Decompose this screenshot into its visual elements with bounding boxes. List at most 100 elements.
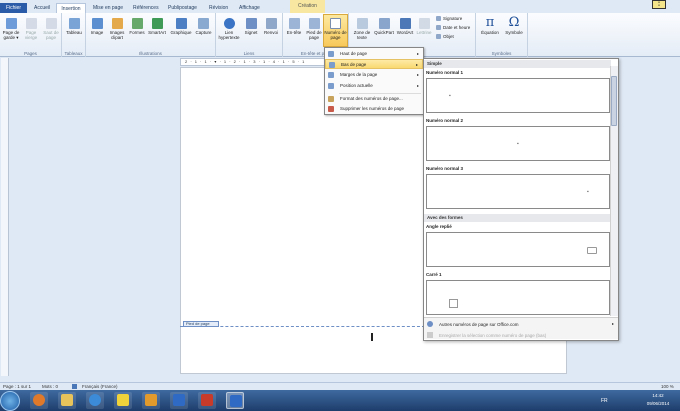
pi-icon: π (485, 15, 495, 30)
taskbar-ie[interactable] (86, 392, 104, 409)
clipart-icon (111, 18, 123, 29)
group-label-liens: Liens (243, 51, 255, 56)
submenu-arrow-icon: ▸ (416, 72, 419, 77)
gallery-entry-numero-normal-2[interactable]: ▪ (426, 126, 610, 161)
graphique-button[interactable]: Graphique (169, 18, 193, 35)
current-position-icon (328, 83, 334, 89)
more-page-numbers-link[interactable]: Autres numéros de page sur Office.com (439, 322, 518, 327)
entry-title: Numéro normal 1 (426, 70, 464, 75)
quickpart-button[interactable]: QuickPart (373, 18, 395, 35)
capture-button[interactable]: Capture (193, 18, 214, 35)
group-symboles: π Équation Ω Symbole Symboles (476, 13, 528, 57)
formes-button[interactable]: Formes (128, 18, 146, 35)
gallery-entry-carre-1[interactable] (426, 280, 610, 315)
page-vierge-button[interactable]: Page vierge (22, 18, 40, 40)
tab-accueil[interactable]: Accueil (29, 3, 55, 13)
equation-button[interactable]: π Équation (479, 15, 501, 36)
picture-icon (91, 18, 103, 29)
group-liens: Lien hypertexte Signet Renvoi Liens (216, 13, 283, 57)
page-break-icon (45, 18, 57, 29)
saut-de-page-button[interactable]: Saut de page (41, 18, 61, 40)
lettrine-button[interactable]: Lettrine (415, 18, 433, 35)
pied-de-page-button[interactable]: Pied de page (304, 18, 324, 40)
images-clipart-button[interactable]: Images clipart (107, 18, 127, 40)
taskbar-word-active[interactable] (226, 392, 244, 409)
omega-icon: Ω (508, 15, 520, 30)
menu-item-marges[interactable]: Marges de la page ▸ (325, 70, 423, 80)
gallery-entry-angle-replie[interactable] (426, 232, 610, 267)
menu-item-position-actuelle[interactable]: Position actuelle ▸ (325, 81, 423, 91)
smartart-button[interactable]: SmartArt (146, 18, 168, 35)
word-active-icon (230, 395, 242, 407)
menu-item-haut-de-page[interactable]: Haut de page ▸ (325, 49, 423, 59)
screenshot-icon (198, 18, 209, 29)
taskbar-word[interactable] (170, 392, 188, 409)
outlook-icon (145, 394, 157, 406)
group-label-symboles: Symboles (491, 51, 512, 56)
proofing-icon[interactable] (72, 384, 77, 389)
en-tete-button[interactable]: En-tête (284, 18, 304, 35)
quickpart-icon (378, 18, 390, 29)
page-de-garde-button[interactable]: Page de garde ▾ (1, 18, 21, 40)
taskbar-media-player[interactable] (30, 392, 48, 409)
group-label-illustrations: Illustrations (139, 51, 162, 56)
renvoi-button[interactable]: Renvoi (261, 18, 281, 35)
taskbar-outlook[interactable] (142, 392, 160, 409)
tab-revision[interactable]: Révision (204, 3, 233, 13)
save-selection-item[interactable]: Enregistrer la sélection comme numéro de… (439, 333, 546, 338)
square-icon (449, 299, 458, 308)
gallery-footer: Autres numéros de page sur Office.com ▸ … (424, 317, 618, 339)
taskbar-app-yellow[interactable] (114, 392, 132, 409)
footer-tag: Pied de page (183, 321, 219, 327)
menu-item-format-numeros[interactable]: Format des numéros de page... (325, 94, 423, 104)
taskbar-explorer[interactable] (58, 392, 76, 409)
shapes-icon (131, 18, 143, 29)
tab-fichier[interactable]: Fichier (0, 3, 27, 13)
tab-affichage[interactable]: Affichage (234, 3, 265, 13)
start-button[interactable] (0, 391, 20, 411)
vertical-ruler (1, 58, 9, 376)
gallery-scroll-thumb[interactable] (611, 76, 617, 126)
chart-icon (175, 18, 187, 29)
gallery-entry-numero-normal-3[interactable]: ▪ (426, 174, 610, 209)
wordart-button[interactable]: WordArt (395, 18, 415, 35)
group-label-tableaux: Tableaux (64, 51, 83, 56)
entry-title: Carré 1 (426, 272, 442, 277)
entry-title: Numéro normal 3 (426, 166, 464, 171)
objet-button[interactable]: Objet (436, 34, 454, 40)
menu-item-supprimer-numeros[interactable]: Supprimer les numéros de page (325, 104, 423, 114)
tab-publipostage[interactable]: Publipostage (163, 3, 202, 13)
wordart-icon (399, 18, 411, 29)
footer-icon (308, 18, 320, 29)
lien-hypertexte-button[interactable]: Lien hypertexte (217, 18, 241, 40)
media-player-icon (33, 394, 45, 406)
contextual-tab-creation[interactable]: Création (290, 0, 325, 13)
menu-item-bas-de-page[interactable]: Bas de page ▸ (325, 59, 423, 69)
gallery-entry-numero-normal-1[interactable]: ▪ (426, 78, 610, 113)
numero-de-page-button[interactable]: Numéro de page (323, 14, 348, 47)
tab-insertion[interactable]: Insertion (56, 3, 86, 13)
group-pages: Page de garde ▾ Page vierge Saut de page… (0, 13, 62, 57)
signature-button[interactable]: Signature (436, 16, 462, 22)
signet-button[interactable]: Signet (242, 18, 260, 35)
date-heure-button[interactable]: Date et heure (436, 25, 470, 31)
signature-icon (436, 16, 441, 22)
tab-references[interactable]: Références (128, 3, 164, 13)
zone-de-texte-button[interactable]: Zone de texte (351, 18, 373, 40)
bottom-page-icon (329, 62, 335, 68)
system-clock[interactable]: 14:42 09/06/2014 (639, 392, 677, 410)
image-button[interactable]: Image (88, 18, 106, 35)
page-number-gallery: Simple Numéro normal 1 ▪ Numéro normal 2… (423, 58, 619, 341)
hyperlink-icon (223, 18, 235, 29)
margins-icon (328, 72, 334, 78)
acrobat-icon (201, 394, 213, 406)
taskbar-acrobat[interactable] (198, 392, 216, 409)
text-cursor (371, 333, 373, 341)
input-language[interactable]: FR (601, 398, 608, 404)
header-icon (288, 18, 300, 29)
symbole-button[interactable]: Ω Symbole (503, 15, 525, 36)
tableau-button[interactable]: Tableau (64, 18, 84, 35)
tab-mise-en-page[interactable]: Mise en page (88, 3, 128, 13)
app-icon (117, 394, 129, 406)
textbox-icon (356, 18, 368, 29)
